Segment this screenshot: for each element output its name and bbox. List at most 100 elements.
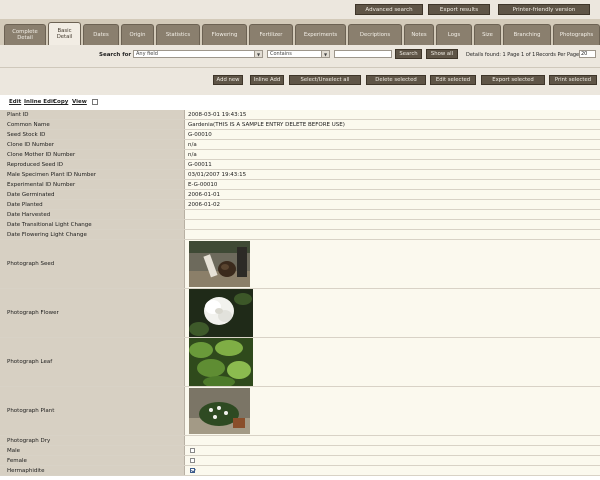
field-value (185, 387, 600, 435)
table-row: Date Flowering Light Change (0, 230, 600, 240)
field-label: Date Planted (0, 200, 185, 209)
table-row: Common Name Gardenia(THIS IS A SAMPLE EN… (0, 120, 600, 130)
field-label: Date Harvested (0, 210, 185, 219)
tab-fertilizer[interactable]: Fertilizer (249, 24, 293, 45)
flower-photo[interactable] (189, 289, 253, 337)
table-row: Male (0, 446, 600, 456)
table-row: Female (0, 456, 600, 466)
tab-statistics[interactable]: Statistics (156, 24, 200, 45)
field-value: 2006-01-02 (185, 200, 600, 209)
field-label: Common Name (0, 120, 185, 129)
table-row: Hermaphidite (0, 466, 600, 476)
field-value (185, 436, 600, 445)
action-bar: Add new Inline Add Select/Unselect all D… (0, 67, 600, 96)
advanced-search-button[interactable]: Advanced search (355, 4, 423, 15)
field-value: 03/01/2007 19:43:15 (185, 170, 600, 179)
field-value (185, 446, 600, 455)
view-link[interactable]: View (72, 99, 87, 105)
table-row: Date Planted 2006-01-02 (0, 200, 600, 210)
field-label: Photograph Plant (0, 387, 185, 435)
field-value: n/a (185, 150, 600, 159)
top-toolbar: Advanced search Export results Printer-f… (0, 0, 600, 19)
chevron-down-icon: ▼ (321, 51, 329, 57)
chevron-down-icon: ▼ (254, 51, 262, 57)
tab-branching[interactable]: Branching (503, 24, 551, 45)
search-field-value: Any field (136, 51, 158, 57)
tab-complete-detail[interactable]: Complete Detail (4, 24, 46, 45)
field-value (185, 289, 600, 337)
delete-selected-button[interactable]: Delete selected (366, 75, 426, 85)
export-results-button[interactable]: Export results (428, 4, 490, 15)
table-row: Photograph Plant (0, 387, 600, 436)
search-field-select[interactable]: Any field ▼ (133, 50, 263, 58)
table-row: Date Harvested (0, 210, 600, 220)
records-per-page-label: Records Per Page: (536, 52, 581, 58)
tab-origin[interactable]: Origin (121, 24, 154, 45)
table-row: Plant ID 2008-03-01 19:43:15 (0, 110, 600, 120)
field-label: Clone ID Number (0, 140, 185, 149)
tab-logs[interactable]: Logs (436, 24, 472, 45)
field-value (185, 230, 600, 239)
table-row: Male Specimen Plant ID Number 03/01/2007… (0, 170, 600, 180)
field-value (185, 338, 600, 386)
add-new-button[interactable]: Add new (213, 75, 243, 85)
show-all-button[interactable]: Show all (426, 49, 458, 59)
field-value (185, 240, 600, 288)
field-value: n/a (185, 140, 600, 149)
field-label: Male (0, 446, 185, 455)
seed-photo[interactable] (189, 241, 250, 287)
table-row: Date Germinated 2006-01-01 (0, 190, 600, 200)
edit-selected-button[interactable]: Edit selected (430, 75, 476, 85)
field-label: Experimental ID Number (0, 180, 185, 189)
inline-add-button[interactable]: Inline Add (250, 75, 284, 85)
tab-photographs[interactable]: Photographs (553, 24, 600, 45)
tab-dates[interactable]: Dates (83, 24, 119, 45)
records-per-page-input[interactable]: 20 (579, 50, 596, 58)
export-selected-button[interactable]: Export selected (481, 75, 545, 85)
male-checkbox[interactable] (190, 448, 195, 453)
tab-experiments[interactable]: Experiments (295, 24, 346, 45)
tab-decriptions[interactable]: Decriptions (348, 24, 402, 45)
table-row: Photograph Dry (0, 436, 600, 446)
search-input[interactable] (334, 50, 392, 58)
search-button[interactable]: Search (395, 49, 422, 59)
field-label: Reproduced Seed ID (0, 160, 185, 169)
field-value (185, 210, 600, 219)
leaf-photo[interactable] (189, 338, 253, 386)
print-selected-button[interactable]: Print selected (549, 75, 597, 85)
tab-size[interactable]: Size (474, 24, 501, 45)
table-row: Clone Mother ID Number n/a (0, 150, 600, 160)
field-value: 2008-03-01 19:43:15 (185, 110, 600, 119)
table-row: Photograph Flower (0, 289, 600, 338)
record-actions: Edit Inline Edit Copy View (0, 95, 600, 109)
table-row: Photograph Seed (0, 240, 600, 289)
field-value: G-00010 (185, 130, 600, 139)
table-row: Seed Stock ID G-00010 (0, 130, 600, 140)
printer-friendly-button[interactable]: Printer-friendly version (498, 4, 590, 15)
search-operator-value: Contains (270, 51, 292, 57)
search-operator-select[interactable]: Contains ▼ (267, 50, 330, 58)
field-label: Photograph Leaf (0, 338, 185, 386)
hermaphidite-checkbox[interactable] (190, 468, 195, 473)
field-value: 2006-01-01 (185, 190, 600, 199)
tab-basic-detail[interactable]: Basic Detail (48, 22, 81, 45)
tab-notes[interactable]: Notes (404, 24, 434, 45)
table-row: Clone ID Number n/a (0, 140, 600, 150)
female-checkbox[interactable] (190, 458, 195, 463)
plant-photo[interactable] (189, 388, 250, 434)
select-unselect-all-button[interactable]: Select/Unselect all (289, 75, 361, 85)
edit-link[interactable]: Edit (9, 99, 21, 105)
field-label: Photograph Dry (0, 436, 185, 445)
inline-edit-link[interactable]: Inline Edit (24, 99, 56, 105)
table-row: Date Transitional Light Change (0, 220, 600, 230)
field-label: Date Transitional Light Change (0, 220, 185, 229)
field-label: Clone Mother ID Number (0, 150, 185, 159)
field-label: Photograph Seed (0, 240, 185, 288)
field-value: G-00011 (185, 160, 600, 169)
field-label: Plant ID (0, 110, 185, 119)
record-select-checkbox[interactable] (92, 99, 98, 105)
details-found-text: Details found: 1 Page 1 of 1 (466, 52, 536, 58)
table-row: Reproduced Seed ID G-00011 (0, 160, 600, 170)
tab-flowering[interactable]: Flowering (202, 24, 247, 45)
copy-link[interactable]: Copy (53, 99, 68, 105)
